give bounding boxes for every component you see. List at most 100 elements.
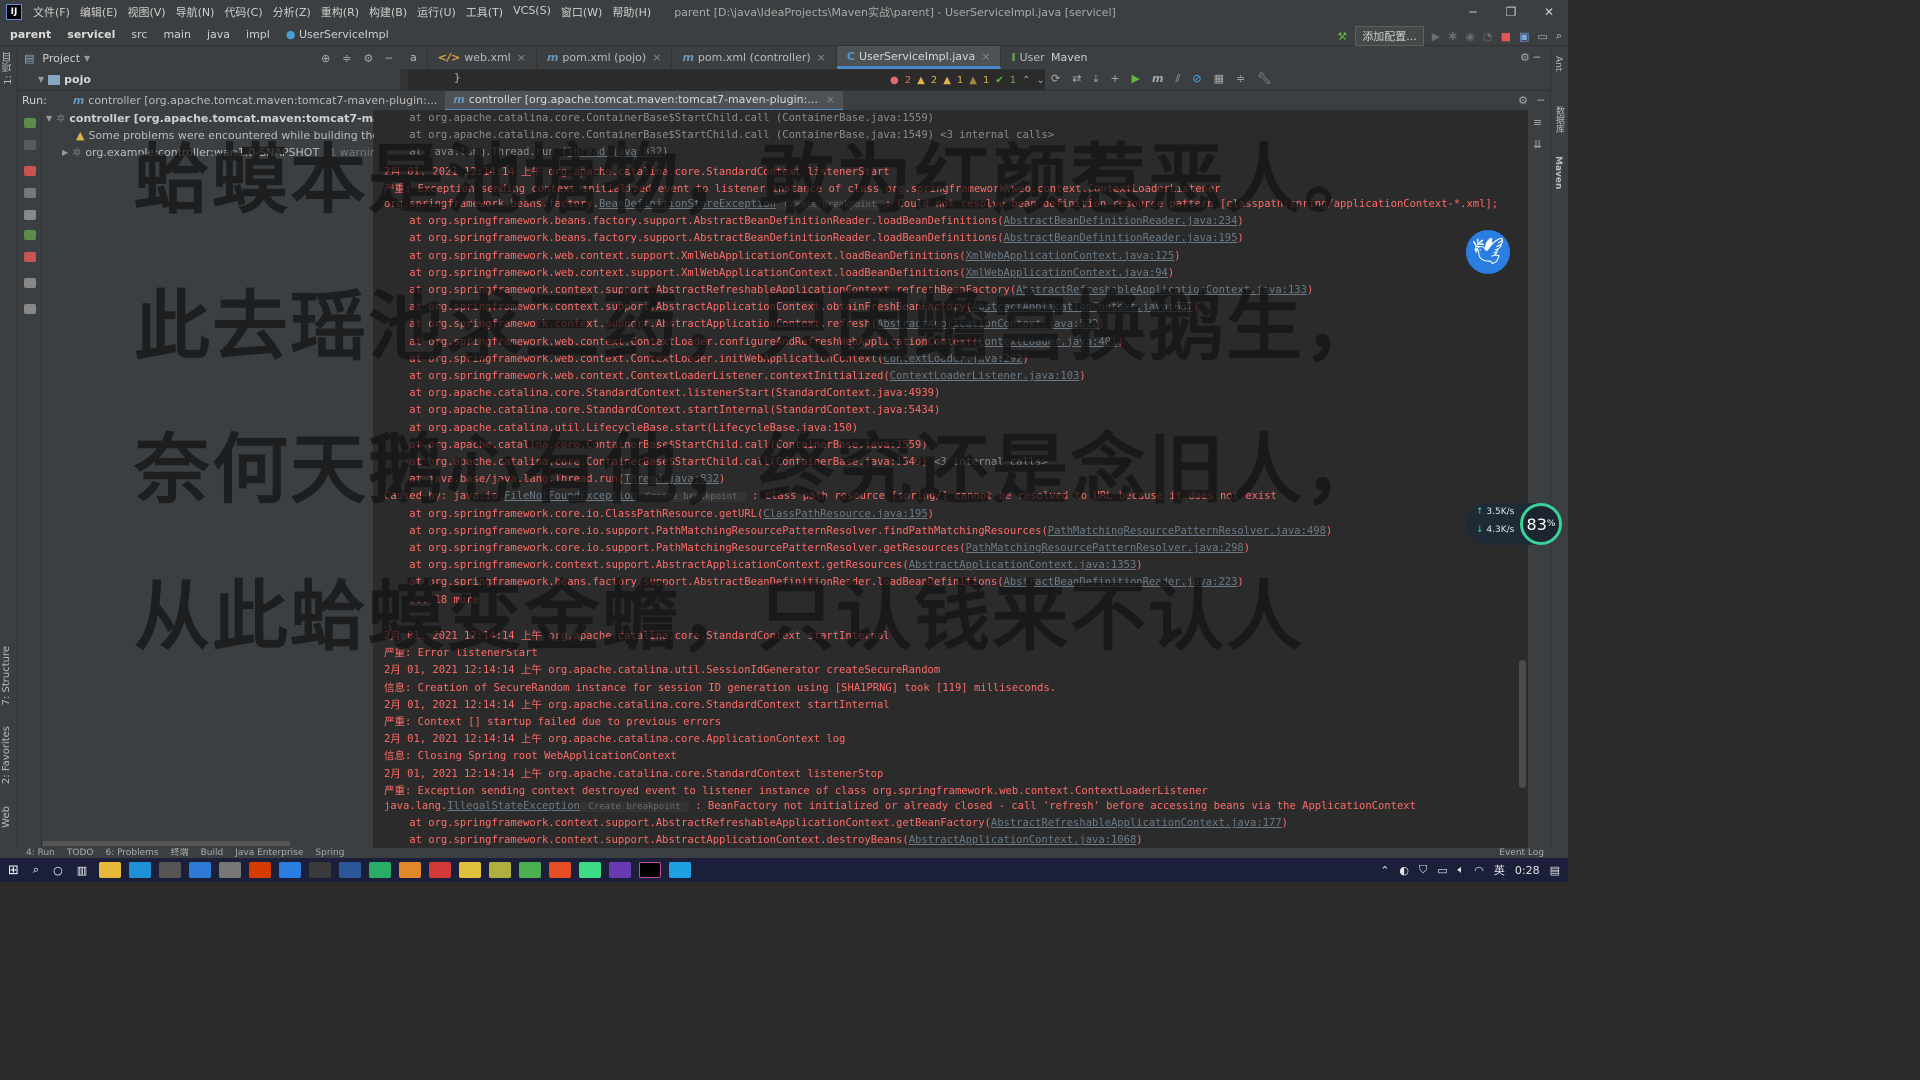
source-link[interactable]: ContextLoaderListener.java:103 <box>890 370 1080 382</box>
menu-edit[interactable]: 编辑(E) <box>75 4 123 20</box>
bird-app-icon[interactable] <box>279 862 302 878</box>
file-explorer-icon[interactable] <box>99 862 122 878</box>
network-monitor-widget[interactable]: ↑ 3.5K/s ↓ 4.3K/s 83% <box>1466 503 1562 545</box>
clock[interactable]: 0:28 <box>1515 864 1540 877</box>
source-link[interactable]: AbstractRefreshableApplicationContext.ja… <box>991 817 1282 829</box>
run-icon[interactable]: ▶ <box>1132 72 1140 86</box>
source-link[interactable]: PathMatchingResourcePatternResolver.java… <box>1048 525 1326 537</box>
collapse-icon[interactable]: ≑ <box>342 52 351 65</box>
menu-code[interactable]: 代码(C) <box>219 4 267 20</box>
menu-build[interactable]: 构建(B) <box>364 4 412 20</box>
create-breakpoint-chip[interactable]: Create breakpoint <box>636 492 746 503</box>
structure-tool-tab[interactable]: 7: Structure <box>1 646 12 705</box>
dev-tool-icon[interactable] <box>609 862 632 878</box>
source-link[interactable]: FileNotFoundException <box>504 490 637 502</box>
generate-sources-icon[interactable]: ⇄ <box>1072 72 1081 86</box>
source-link[interactable]: AbstractApplicationContext.java:1068 <box>909 834 1137 846</box>
console-output[interactable]: at org.apache.catalina.core.ContainerBas… <box>374 110 1528 848</box>
menu-navigate[interactable]: 导航(N) <box>171 4 220 20</box>
hammer-icon[interactable]: ⚒ <box>1337 30 1347 43</box>
source-link[interactable]: Thread.java:832 <box>567 146 662 158</box>
tab-spring[interactable]: Spring <box>315 849 344 858</box>
close-icon[interactable]: × <box>517 51 526 64</box>
search-icon[interactable]: ⌕ <box>33 863 39 877</box>
favorites-tool-tab[interactable]: 2: Favorites <box>1 726 12 784</box>
notes-icon[interactable] <box>489 862 512 878</box>
network-icon[interactable]: ◐ <box>1399 864 1409 877</box>
event-log-tab[interactable]: Event Log <box>1499 849 1544 858</box>
build-tree-root[interactable]: ▼ ✲ controller [org.apache.tomcat.maven:… <box>46 112 395 125</box>
intellij-taskbar-icon[interactable] <box>639 862 662 878</box>
tab-run[interactable]: 4: Run <box>26 849 55 858</box>
project-view-selector[interactable]: Project <box>42 52 80 65</box>
mail-icon[interactable] <box>189 862 212 878</box>
ime-indicator[interactable]: 英 <box>1494 862 1505 878</box>
close-icon[interactable]: × <box>826 93 835 106</box>
stop-icon[interactable]: ■ <box>1501 30 1511 43</box>
breadcrumb-impl[interactable]: impl <box>236 28 276 41</box>
create-breakpoint-chip[interactable]: Create breakpoint <box>775 200 885 210</box>
source-link[interactable]: AbstractBeanDefinitionReader.java:223 <box>1004 576 1238 588</box>
skip-tests-icon[interactable]: ⊘ <box>1192 72 1201 86</box>
word-icon[interactable] <box>339 862 362 878</box>
gear-icon[interactable]: ⚙ <box>364 52 374 65</box>
tab-userserviceimpl[interactable]: C UserServiceImpl.java × <box>836 46 1002 69</box>
tree-item-pojo[interactable]: ▼ pojo <box>38 73 91 86</box>
breadcrumb-src[interactable]: src <box>121 28 153 41</box>
source-link[interactable]: PathMatchingResourcePatternResolver.java… <box>966 542 1244 554</box>
run-tab-2[interactable]: m controller [org.apache.tomcat.maven:tom… <box>445 90 844 111</box>
tab-pom-controller[interactable]: m pom.xml (controller) × <box>672 46 837 69</box>
tab-terminal[interactable]: 终端 <box>171 849 189 858</box>
task-view-icon[interactable]: ▥ <box>77 864 87 877</box>
rerun-icon[interactable] <box>24 118 36 128</box>
source-link[interactable]: AbstractBeanDefinitionReader.java:195 <box>1004 232 1238 244</box>
locate-icon[interactable]: ⊕ <box>321 52 330 65</box>
windows-start-icon[interactable]: ⊞ <box>8 863 19 878</box>
source-link[interactable]: AbstractRefreshableApplicationContext.ja… <box>1016 284 1307 296</box>
battery-icon[interactable]: ▭ <box>1437 864 1447 877</box>
close-button[interactable]: ✕ <box>1530 0 1568 24</box>
exit-icon[interactable] <box>24 252 36 262</box>
netease-music-icon[interactable] <box>429 862 452 878</box>
volume-icon[interactable]: 🔈︎ <box>1458 863 1465 877</box>
code-editor[interactable]: } <box>400 70 888 90</box>
edge-browser-icon[interactable] <box>129 862 152 878</box>
layout-icon[interactable] <box>24 278 36 288</box>
chevron-down-icon[interactable]: ▼ <box>84 54 90 63</box>
stop-icon[interactable] <box>24 166 36 176</box>
hide-icon[interactable]: ─ <box>385 52 392 65</box>
source-link[interactable]: AbstractApplicationContext.java:637 <box>972 301 1193 313</box>
menu-view[interactable]: 视图(V) <box>122 4 170 20</box>
android-studio-icon[interactable] <box>579 862 602 878</box>
menu-window[interactable]: 窗口(W) <box>556 4 607 20</box>
build-tree-warning[interactable]: ▲ Some problems were encountered while b… <box>76 129 414 142</box>
menu-file[interactable]: 文件(F) <box>28 4 75 20</box>
run-tab-1[interactable]: m controller [org.apache.tomcat.maven:tom… <box>65 91 446 111</box>
chrome-icon[interactable] <box>519 862 542 878</box>
pin-icon[interactable] <box>24 304 36 314</box>
menu-tools[interactable]: 工具(T) <box>461 4 508 20</box>
restore-layout-icon[interactable] <box>24 230 36 240</box>
add-configuration-button[interactable]: 添加配置... <box>1355 26 1424 46</box>
menu-help[interactable]: 帮助(H) <box>607 4 656 20</box>
terminal-icon[interactable] <box>309 862 332 878</box>
hide-icon[interactable]: ─ <box>1537 94 1544 107</box>
breadcrumb-parent[interactable]: parent <box>0 28 57 41</box>
qq-browser-icon[interactable] <box>459 862 482 878</box>
store-icon[interactable] <box>159 862 182 878</box>
inspection-widget[interactable]: ● 2 ▲ 2 ▲ 1 ▲ 1 ✔ 1 ⌃ ⌄ <box>888 70 1045 90</box>
tab-java-enterprise[interactable]: Java Enterprise <box>235 849 303 858</box>
cortana-icon[interactable]: ○ <box>53 864 63 877</box>
qq-icon[interactable] <box>669 862 692 878</box>
gear-icon[interactable]: ⚙ <box>1518 94 1528 107</box>
maven-goal-icon[interactable]: m <box>1152 72 1163 86</box>
html-icon[interactable] <box>549 862 572 878</box>
sublime-icon[interactable] <box>399 862 422 878</box>
menu-analyze[interactable]: 分析(Z) <box>268 4 316 20</box>
close-icon[interactable]: × <box>981 50 990 63</box>
tab-problems[interactable]: 6: Problems <box>106 849 159 858</box>
show-dependencies-icon[interactable]: ▦ <box>1214 72 1224 86</box>
debug-icon[interactable] <box>24 140 36 150</box>
menu-refactor[interactable]: 重构(R) <box>316 4 364 20</box>
breadcrumb-main[interactable]: main <box>153 28 196 41</box>
